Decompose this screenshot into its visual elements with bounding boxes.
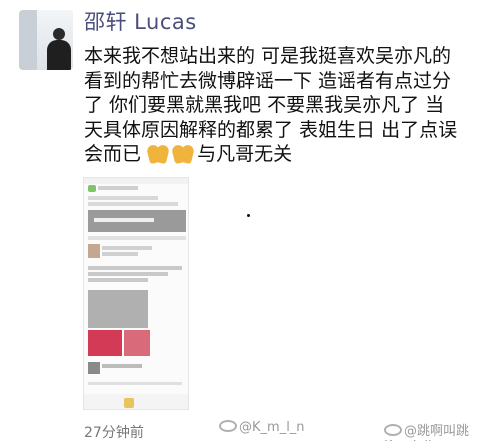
watermark: @跳啊叫跳Kendall: [384, 420, 499, 441]
screenshot-status-bar: [84, 178, 188, 184]
screenshot-row-gray: [88, 266, 182, 270]
screenshot-row-gray: [102, 364, 142, 368]
stray-dot: [247, 214, 250, 217]
weibo-icon: [384, 424, 402, 436]
screenshot-row-gray: [88, 196, 158, 200]
screenshot-header-bar: [98, 186, 138, 190]
screenshot-tab-icon: [124, 398, 134, 408]
screenshot-app-icon: [88, 185, 96, 192]
screenshot-photo: [88, 290, 148, 328]
screenshot-row-gray: [88, 236, 186, 240]
screenshot-photo: [88, 330, 122, 356]
screenshot-avatar-thumb: [88, 362, 100, 374]
screenshot-row-gray: [102, 246, 152, 250]
post-body-last-line: 会而已 与凡哥无关: [84, 142, 492, 167]
post-body-line: 本来我不想站出来的 可是我挺喜欢吴亦凡的: [84, 45, 452, 67]
screenshot-row-gray: [88, 278, 148, 282]
post-body-line: 看到的帮忙去微博辟谣一下 造谣者有点过分: [84, 69, 452, 92]
avatar-person-body: [47, 40, 71, 70]
pray-hands-icon: [171, 143, 196, 165]
screenshot-tab-bar: [84, 394, 188, 409]
screenshot-small-thumb: [88, 244, 100, 258]
watermark: @K_m_l_n: [219, 420, 305, 435]
username[interactable]: 邵轩 Lucas: [84, 6, 197, 36]
screenshot-row-gray: [88, 272, 168, 276]
screenshot-row-gray: [88, 382, 182, 385]
post-body-line: 天具体原因解释的都累了 表姐生日 出了点误: [84, 118, 458, 141]
avatar[interactable]: [19, 10, 73, 70]
screenshot-row-gray: [102, 252, 138, 256]
post-body-line: 了 你们要黑就黑我吧 不要黑我吴亦凡了 当: [84, 94, 445, 116]
moments-post: 邵轩 Lucas 本来我不想站出来的 可是我挺喜欢吴亦凡的 看到的帮忙去微博辟谣…: [0, 0, 499, 441]
weibo-icon: [219, 420, 237, 432]
post-body-suffix: 与凡哥无关: [197, 143, 293, 165]
attached-screenshot[interactable]: [83, 177, 189, 410]
avatar-rail: [19, 10, 37, 70]
screenshot-dark-banner-text: [94, 218, 154, 222]
post-timestamp: 27分钟前: [84, 425, 144, 441]
screenshot-photo: [124, 330, 150, 356]
avatar-person-head: [53, 28, 65, 40]
pray-hands-icon: [146, 143, 171, 165]
post-body-last-text: 会而已: [84, 143, 142, 165]
watermark-text: @K_m_l_n: [239, 420, 305, 435]
screenshot-row-gray: [88, 202, 178, 206]
post-body: 本来我不想站出来的 可是我挺喜欢吴亦凡的 看到的帮忙去微博辟谣一下 造谣者有点过…: [84, 44, 492, 167]
